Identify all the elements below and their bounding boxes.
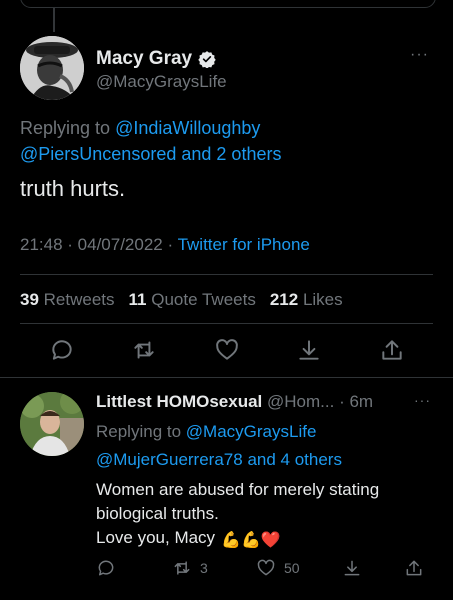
reply-like-button[interactable]: 50 [256,558,300,578]
mention-link[interactable]: @PiersUncensored [20,144,176,164]
bookmark-download-icon[interactable] [296,337,322,363]
reply-header: Littlest HOMOsexual @Hom... · 6m [96,392,374,411]
more-options-icon[interactable]: ··· [410,46,429,64]
reply-download-button[interactable] [342,558,362,578]
retweet-icon[interactable] [131,337,157,363]
main-tweet: Macy Gray @MacyGraysLife ··· Replying to… [0,32,453,380]
replying-prefix: Replying to [20,118,111,138]
share-icon [406,560,422,576]
quote-tweets-stat[interactable]: 11 Quote Tweets [129,290,256,310]
reply-age[interactable]: 6m [349,392,373,411]
retweet-icon [174,561,190,575]
reply-avatar[interactable] [20,392,84,456]
mention-link[interactable]: @MujerGuerrera78 [96,450,243,469]
likes-stat[interactable]: 212 Likes [270,290,343,310]
display-name[interactable]: Macy Gray [96,48,192,70]
main-name-row[interactable]: Macy Gray [96,48,216,70]
reply-reply-button[interactable] [96,558,116,578]
replying-to: Replying to @IndiaWilloughby @PiersUncen… [20,115,440,167]
bookmark-download-icon [344,560,360,576]
reply-retweet-button[interactable]: 3 [172,558,208,578]
replying-prefix: Replying to [96,422,182,441]
replying-and: and [247,450,276,469]
others-link[interactable]: 2 others [216,144,281,164]
emoji-muscle-heart: 💪💪❤️ [221,532,281,549]
reply-handle[interactable]: @Hom... [267,392,334,411]
retweet-count: 3 [200,560,208,576]
like-icon[interactable] [214,337,240,363]
mention-link[interactable]: @MacyGraysLife [186,422,317,441]
like-icon [257,559,275,576]
reply-icon[interactable] [49,337,75,363]
divider [20,274,433,275]
reply-display-name[interactable]: Littlest HOMOsexual [96,392,262,411]
handle[interactable]: @MacyGraysLife [96,72,227,92]
previous-tweet-card [20,0,436,8]
reply-share-button[interactable] [404,558,424,578]
like-count: 50 [284,560,300,576]
reply-text: Women are abused for merely stating biol… [96,478,436,553]
tweet-meta: 21:48 · 04/07/2022 · Twitter for iPhone [20,235,310,254]
tweet-time[interactable]: 21:48 [20,235,63,254]
reply-more-options-icon[interactable]: ··· [414,392,431,408]
main-avatar[interactable] [20,36,84,100]
tweet-text: truth hurts. [20,176,126,201]
others-link[interactable]: 4 others [281,450,342,469]
divider [20,323,433,324]
reply-replying-to: Replying to @MacyGraysLife @MujerGuerrer… [96,418,436,474]
share-icon[interactable] [379,337,405,363]
retweets-stat[interactable]: 39 Retweets [20,290,115,310]
tweet-source[interactable]: Twitter for iPhone [178,235,310,254]
reply-actions: 3 50 [0,558,453,584]
tweet-stats: 39 Retweets 11 Quote Tweets 212 Likes [20,290,343,310]
replying-and: and [181,144,212,164]
reply-icon [98,560,114,576]
tweet-actions [0,337,453,369]
thread-connector-line [53,8,55,32]
verified-badge-icon [198,51,216,68]
reply-tweet[interactable]: Littlest HOMOsexual @Hom... · 6m ··· Rep… [0,378,453,600]
tweet-date[interactable]: 04/07/2022 [78,235,163,254]
mention-link[interactable]: @IndiaWilloughby [115,118,260,138]
